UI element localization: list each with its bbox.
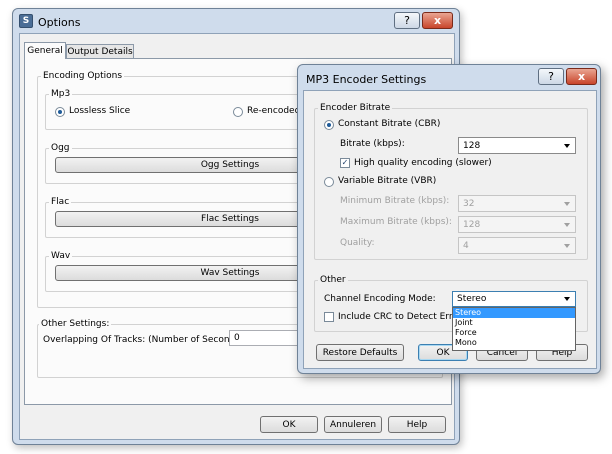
mp3-dialog-help-button[interactable]: ? (538, 68, 564, 85)
mp3-dialog-client: Encoder Bitrate Constant Bitrate (CBR) B… (303, 90, 597, 369)
quality-label: Quality: (340, 238, 375, 248)
mp3-encoder-dialog: MP3 Encoder Settings ? x Encoder Bitrate… (297, 64, 601, 374)
crc-label: Include CRC to Detect Errors (338, 312, 467, 322)
options-cancel-button[interactable]: Annuleren (324, 416, 382, 433)
options-title: Options (38, 16, 81, 29)
channel-option-stereo[interactable]: Stereo (453, 308, 575, 318)
mp3-dialog-close-button[interactable]: x (566, 68, 597, 85)
bitrate-label: Bitrate (kbps): (340, 139, 405, 149)
quality-value: 4 (463, 240, 469, 251)
encoding-options-label: Encoding Options (41, 71, 125, 81)
options-app-icon: S (19, 14, 33, 28)
options-close-button[interactable]: x (422, 12, 453, 29)
other-group-label: Other (318, 275, 348, 285)
channel-option-force[interactable]: Force (453, 328, 575, 338)
re-encoded-radio[interactable] (233, 107, 243, 117)
bitrate-value: 128 (463, 140, 481, 151)
tab-general[interactable]: General (24, 42, 66, 59)
ogg-group-label: Ogg (49, 143, 72, 153)
min-bitrate-value: 32 (463, 198, 475, 209)
re-encoded-label: Re-encoded (247, 106, 301, 116)
channel-option-joint[interactable]: Joint (453, 318, 575, 328)
cbr-radio[interactable] (324, 120, 334, 130)
channel-mode-combo[interactable]: Stereo (452, 291, 576, 307)
bitrate-combo[interactable]: 128 (458, 137, 576, 154)
max-bitrate-dropdown-arrow-icon (564, 222, 570, 227)
hq-encoding-checkbox[interactable]: ✓ (340, 158, 350, 168)
min-bitrate-dropdown-arrow-icon (564, 201, 570, 206)
max-bitrate-value: 128 (463, 219, 481, 230)
max-bitrate-label: Maximum Bitrate (kbps): (340, 217, 452, 227)
options-help-bottom-button[interactable]: Help (388, 416, 446, 433)
crc-checkbox[interactable] (324, 312, 334, 322)
hq-encoding-label: High quality encoding (slower) (354, 158, 492, 168)
vbr-radio[interactable] (324, 177, 334, 187)
quality-dropdown-arrow-icon (564, 243, 570, 248)
encoder-bitrate-label: Encoder Bitrate (318, 103, 393, 113)
wav-group-label: Wav (49, 251, 73, 261)
min-bitrate-combo[interactable]: 32 (458, 195, 576, 212)
channel-mode-label: Channel Encoding Mode: (324, 294, 436, 304)
quality-combo[interactable]: 4 (458, 237, 576, 254)
channel-mode-dropdown-list: Stereo Joint Force Mono (452, 307, 576, 351)
max-bitrate-combo[interactable]: 128 (458, 216, 576, 233)
mp3-dialog-title: MP3 Encoder Settings (306, 73, 427, 86)
channel-mode-dropdown-arrow-icon (564, 297, 570, 301)
channel-option-mono[interactable]: Mono (453, 338, 575, 348)
other-settings-label: Other Settings: (39, 319, 112, 329)
cbr-label: Constant Bitrate (CBR) (338, 119, 441, 129)
tab-output-details[interactable]: Output Details (66, 44, 134, 59)
options-ok-button[interactable]: OK (260, 416, 318, 433)
flac-group-label: Flac (49, 197, 72, 207)
channel-mode-value: Stereo (457, 294, 487, 304)
lossless-slice-label: Lossless Slice (69, 106, 131, 116)
options-help-button[interactable]: ? (394, 12, 420, 29)
mp3-group-label: Mp3 (49, 89, 73, 99)
overlap-label: Overlapping Of Tracks: (Number of Second… (43, 335, 244, 345)
lossless-slice-radio[interactable] (55, 107, 65, 117)
min-bitrate-label: Minimum Bitrate (kbps): (340, 196, 450, 206)
vbr-label: Variable Bitrate (VBR) (338, 176, 437, 186)
bitrate-dropdown-arrow-icon (564, 143, 570, 148)
restore-defaults-button[interactable]: Restore Defaults (316, 344, 404, 361)
